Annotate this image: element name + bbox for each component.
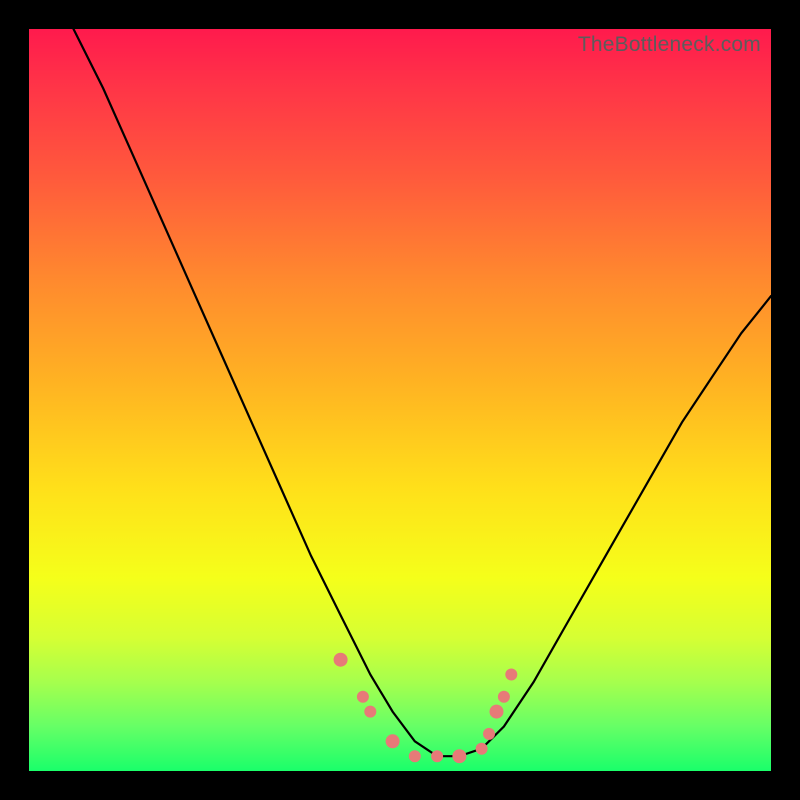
bead-marker — [431, 750, 443, 762]
bead-marker — [483, 728, 495, 740]
bead-marker — [334, 653, 348, 667]
bead-marker — [357, 691, 369, 703]
curve-beads — [334, 653, 518, 764]
bead-marker — [452, 749, 466, 763]
bead-marker — [476, 743, 488, 755]
bead-marker — [364, 706, 376, 718]
plot-area: TheBottleneck.com — [29, 29, 771, 771]
chart-frame: TheBottleneck.com — [0, 0, 800, 800]
bead-marker — [386, 734, 400, 748]
bead-marker — [498, 691, 510, 703]
bead-marker — [409, 750, 421, 762]
curve-line — [74, 29, 772, 756]
bead-marker — [505, 669, 517, 681]
bead-marker — [490, 705, 504, 719]
bottleneck-curve — [29, 29, 771, 771]
